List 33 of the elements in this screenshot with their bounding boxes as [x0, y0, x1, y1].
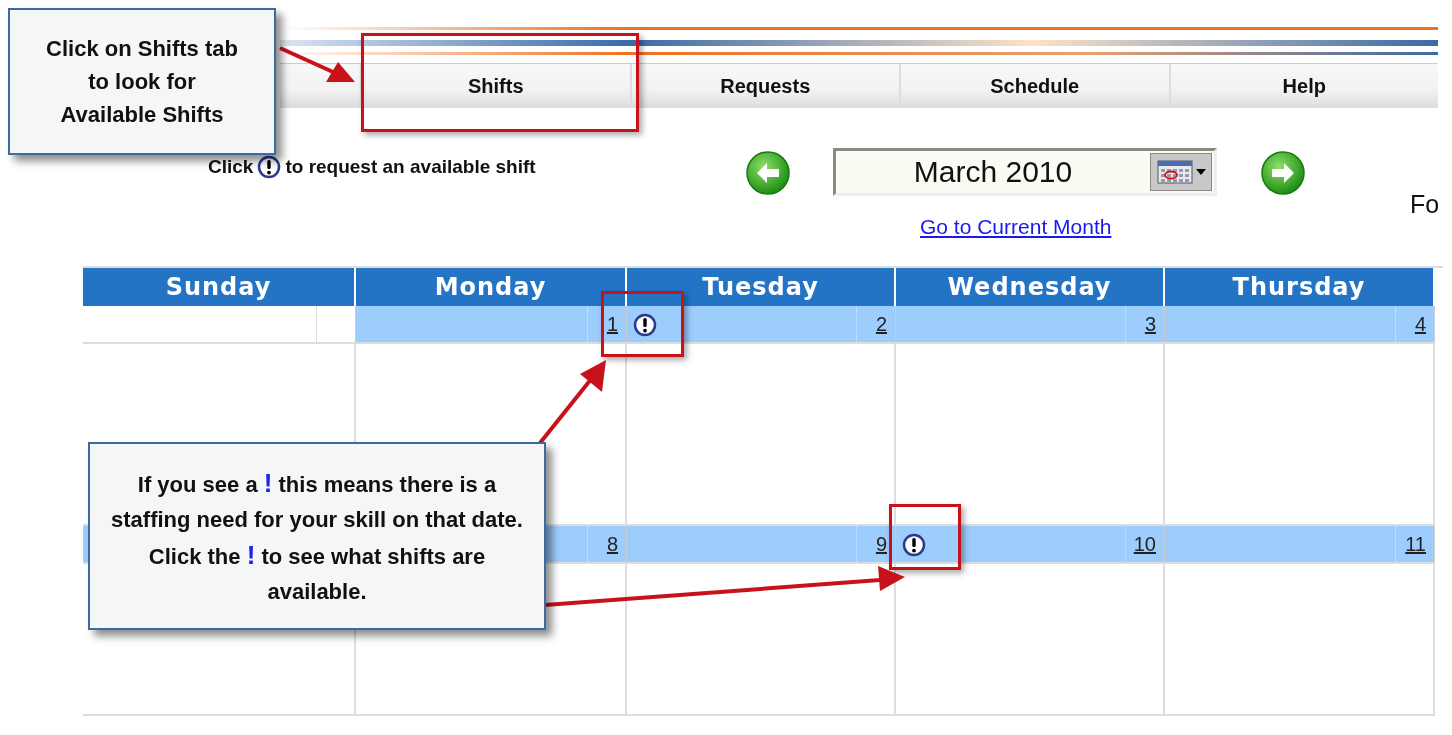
tab[interactable]: Help	[1168, 64, 1438, 108]
day-header: Tuesday	[627, 268, 896, 306]
date-link[interactable]: 11	[1395, 526, 1434, 562]
date-link[interactable]: 3	[1125, 306, 1164, 342]
day-header: Monday	[356, 268, 627, 306]
highlight-box	[889, 504, 961, 570]
cut-off-text: Fo	[1410, 190, 1440, 219]
day-header: Wednesday	[896, 268, 1165, 306]
day-header: Thursday	[1165, 268, 1435, 306]
month-field[interactable]: March 2010	[833, 148, 1217, 196]
date-link[interactable]: 9	[856, 526, 895, 562]
date-link[interactable]: 2	[856, 306, 895, 342]
alert-icon[interactable]	[902, 533, 926, 557]
tab[interactable]: Shifts	[360, 64, 630, 108]
hint-text: Click	[208, 156, 254, 178]
calendar-dropdown-button[interactable]	[1150, 153, 1212, 191]
caret-icon	[1195, 169, 1206, 175]
alert-icon[interactable]	[633, 313, 657, 337]
date-link[interactable]: 4	[1395, 306, 1434, 342]
callout: Click on Shifts tab to look for Available Shifts	[8, 8, 276, 155]
calendar-icon	[1156, 160, 1193, 184]
date-link[interactable]: 10	[1125, 526, 1164, 562]
tab[interactable]: Schedule	[899, 64, 1169, 108]
date-link[interactable]: 8	[587, 526, 626, 562]
hint-text: to request an available shift	[285, 156, 536, 178]
next-month-button[interactable]	[1260, 150, 1306, 196]
tab[interactable]: Requests	[629, 64, 899, 108]
callout: If you see a ! this means there is a staffing need for your skill on that date. Click the ! to see what shifts are available.	[88, 442, 546, 630]
day-header: Sunday	[83, 268, 356, 306]
alert-icon	[257, 155, 282, 179]
date-link[interactable]: 1	[587, 306, 626, 342]
current-month-link[interactable]: Go to Current Month	[920, 215, 1112, 239]
previous-month-button[interactable]	[745, 150, 791, 196]
